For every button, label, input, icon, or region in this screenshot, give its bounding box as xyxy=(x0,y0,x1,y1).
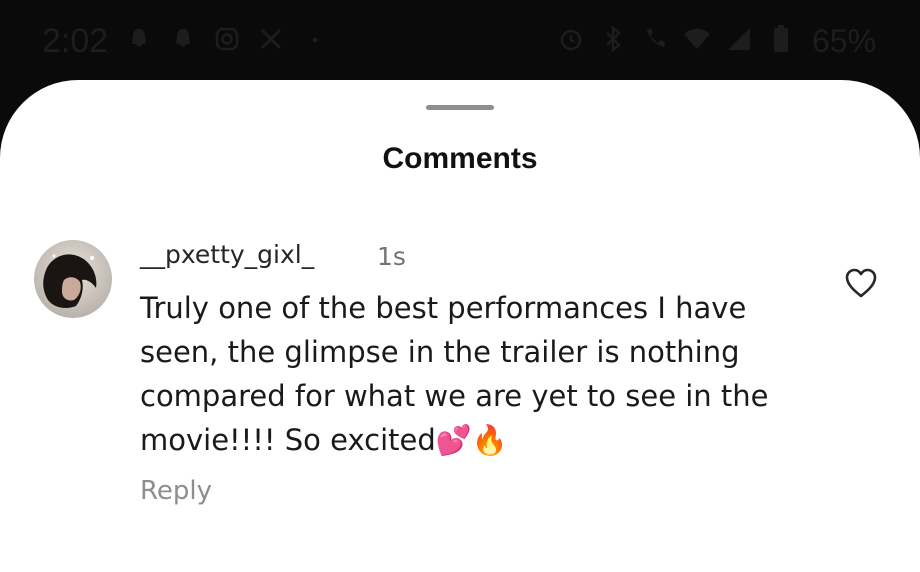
comment-text: Truly one of the best performances I hav… xyxy=(140,291,769,457)
comment-timestamp: 1s xyxy=(377,242,406,271)
wifi-icon xyxy=(682,24,712,54)
avatar[interactable] xyxy=(34,240,112,318)
comment-username[interactable]: __pxetty_gixl_ xyxy=(140,240,314,269)
dot-icon xyxy=(300,24,330,54)
x-icon xyxy=(256,24,286,54)
call-icon xyxy=(640,24,670,54)
status-time: 2:02 xyxy=(42,22,109,60)
snapchat-icon xyxy=(124,24,154,54)
signal-icon xyxy=(724,24,754,54)
reply-button[interactable]: Reply xyxy=(140,476,212,506)
drag-handle[interactable] xyxy=(426,105,494,110)
notification-icons xyxy=(124,24,330,54)
system-icons xyxy=(556,24,796,54)
heart-icon xyxy=(845,268,877,298)
like-button[interactable] xyxy=(842,264,880,302)
battery-percent: 65% xyxy=(812,23,877,59)
comments-sheet: Comments __pxetty_gixl_ 1s Truly one of … xyxy=(0,80,920,572)
snapchat-icon xyxy=(168,24,198,54)
bluetooth-icon xyxy=(598,24,628,54)
status-bar: 2:02 65% xyxy=(0,0,920,80)
instagram-icon xyxy=(212,24,242,54)
page-title: Comments xyxy=(382,142,538,175)
alarm-icon xyxy=(556,24,586,54)
battery-icon xyxy=(766,24,796,54)
